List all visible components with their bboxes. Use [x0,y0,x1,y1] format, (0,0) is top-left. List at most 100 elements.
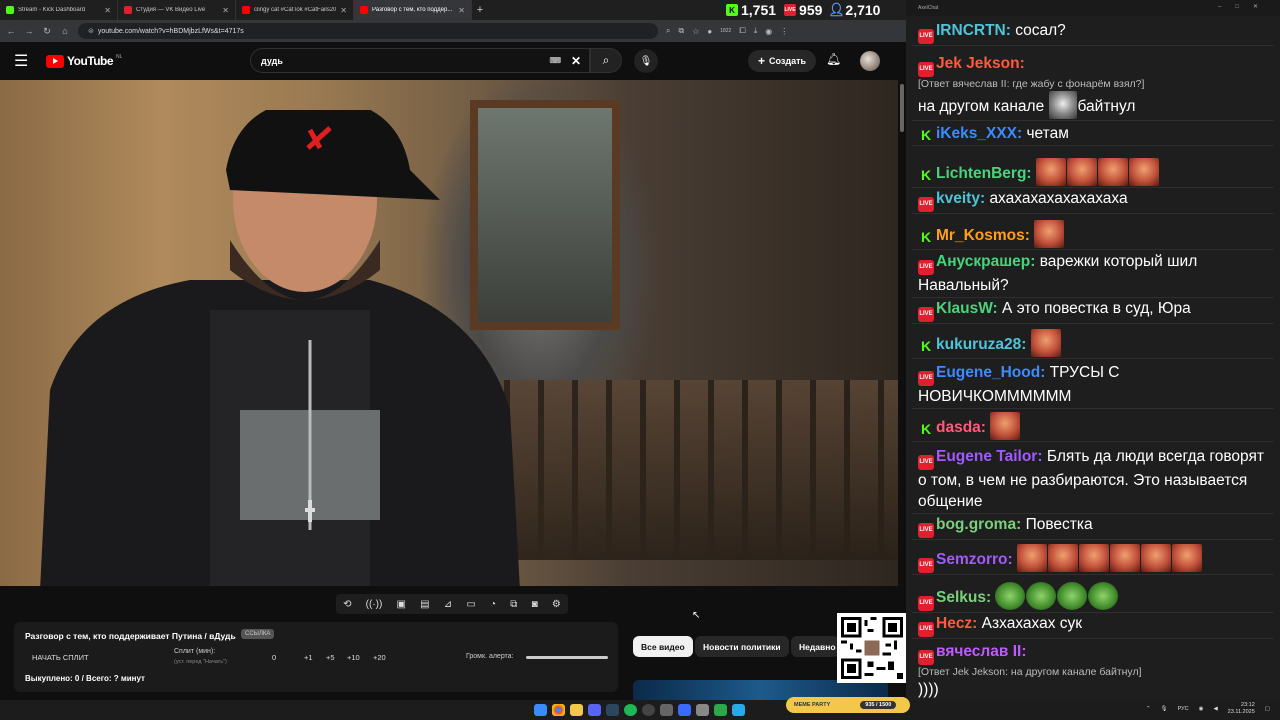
chat-username[interactable]: KlausW: [936,300,998,317]
chrome-icon[interactable] [552,704,565,716]
profile-icon[interactable]: ◉ [765,27,772,36]
browser-menu-icon[interactable]: ⋮ [780,27,788,36]
search-button[interactable]: ⌕ [590,48,622,73]
theater-icon[interactable]: ▭ [466,599,475,610]
app-icon[interactable] [714,704,727,716]
volume-icon[interactable]: ◀ [1213,706,1217,712]
close-tab-icon[interactable]: ✕ [458,6,465,15]
notifications-icon[interactable]: ▢ [1265,706,1270,712]
chat-username[interactable]: Hecz: [936,615,977,632]
new-tab-button[interactable]: + [472,4,488,16]
cinema-icon[interactable]: ▣ [397,599,406,610]
install-icon[interactable]: ⧉ [678,26,684,36]
chat-username[interactable]: dasda: [936,419,986,436]
resize-icon[interactable]: ⊿ [444,599,452,610]
chat-username[interactable]: Eugene Tailor: [936,448,1043,465]
chip-politics-news[interactable]: Новости политики [695,636,789,657]
discord-icon[interactable] [588,704,601,716]
scrollbar-thumb[interactable] [900,84,904,132]
extension-icon[interactable]: ● [707,27,712,36]
add-5-button[interactable]: +5 [326,653,335,662]
settings-gear-icon[interactable]: ⚙ [552,599,561,610]
network-icon[interactable]: ◉ [1199,706,1204,712]
zoom-icon[interactable]: ⌕ [666,26,670,36]
app-icon[interactable] [660,704,673,716]
browser-tab[interactable]: Студия — VK Видео Live ✕ [118,0,236,20]
steam-icon[interactable] [606,704,619,716]
chip-recent[interactable]: Недавно [791,636,839,657]
spotify-icon[interactable] [624,704,637,716]
chat-username[interactable]: Анускрашер: [936,253,1035,270]
app-icon[interactable] [696,704,709,716]
forward-icon[interactable]: → [24,26,34,36]
link-badge[interactable]: ССЫЛКА [241,629,275,639]
chip-all-videos[interactable]: Все видео [633,636,693,657]
reload-icon[interactable]: ↻ [42,26,52,37]
browser-tab-active[interactable]: Разговор с тем, кто поддер... ✕ [354,0,472,20]
alert-volume-slider[interactable] [526,656,608,659]
obs-icon[interactable] [642,704,655,716]
taskbar: ⌃ 🎙︎ РУС ◉ ◀ 23:12 23.11.2025 ▢ [0,700,1280,720]
home-icon[interactable]: ⌂ [60,26,70,36]
add-20-button[interactable]: +20 [373,653,386,662]
add-1-button[interactable]: +1 [304,653,313,662]
split-value: 0 [272,653,277,662]
clear-search-icon[interactable]: ✕ [571,54,581,68]
chat-username[interactable]: Mr_Kosmos: [936,227,1030,244]
clock[interactable]: 23:12 23.11.2025 [1228,702,1255,716]
notifications-bell-icon[interactable]: 🔔︎ [826,52,841,66]
youtube-logo[interactable]: YouTube NL [46,54,122,68]
screenshot-icon[interactable]: ◙ [532,599,538,610]
folder-icon[interactable] [570,704,583,716]
browser-tab[interactable]: Stream - Kick Dashboard ✕ [0,0,118,20]
browser-tab[interactable]: clingy cat #CatTok #CatFails20... ✕ [236,0,354,20]
chat-username[interactable]: LichtenBerg: [936,165,1032,182]
close-tab-icon[interactable]: ✕ [104,6,111,15]
address-bar[interactable]: ⊜ youtube.com/watch?v=hBDMjbzLfWs&t=4717s [78,23,658,39]
chat-username[interactable]: Semzorro: [936,551,1013,568]
language-indicator[interactable]: РУС [1178,706,1189,712]
start-split-button[interactable]: НАЧАТЬ СПЛИТ [32,653,89,662]
bookmark-star-icon[interactable]: ☆ [692,27,699,36]
extensions-puzzle-icon[interactable]: ⧠ [739,26,745,36]
telegram-icon[interactable] [732,704,745,716]
chat-message: K LichtenBerg: [912,158,1274,188]
site-info-icon[interactable]: ⊜ [88,27,94,35]
chat-username[interactable]: IRNCRTN: [936,22,1011,39]
chat-username[interactable]: kukuruza28: [936,336,1026,353]
create-button[interactable]: + Создать [748,50,816,72]
video-player[interactable] [0,80,898,586]
page-scrollbar[interactable] [898,80,906,690]
meme-party-widget: MEME PARTY 935 / 1500 [786,697,910,713]
chat-username[interactable]: Jek Jekson: [936,55,1025,72]
chat-username[interactable]: вячеслав II: [936,643,1026,660]
mic-tray-icon[interactable]: 🎙︎ [1161,706,1168,712]
chat-username[interactable]: bog.groma: [936,516,1021,533]
media-icon[interactable] [678,704,691,716]
speed-icon[interactable]: ◔ [490,599,496,610]
chat-username[interactable]: Selkus: [936,589,991,606]
tray-chevron-icon[interactable]: ⌃ [1146,706,1151,712]
extension-badge[interactable]: 1822 [720,28,731,34]
start-icon[interactable] [534,704,547,716]
voice-search-button[interactable]: 🎙︎ [634,49,658,73]
close-tab-icon[interactable]: ✕ [340,6,347,15]
download-icon[interactable]: ⤓ [754,26,758,36]
chat-username[interactable]: Eugene_Hood: [936,364,1045,381]
menu-icon[interactable]: ☰ [14,51,34,71]
add-10-button[interactable]: +10 [347,653,360,662]
film-icon[interactable]: ▤ [420,599,429,610]
window-controls[interactable]: –□✕ [1218,3,1272,10]
chat-reply-quote: [Ответ Jek Jekson: на другом канале байт… [918,666,1142,678]
close-tab-icon[interactable]: ✕ [222,6,229,15]
back-icon[interactable]: ← [6,26,16,36]
audio-icon[interactable]: ((·)) [366,599,383,610]
chat-username[interactable]: kveity: [936,190,985,207]
search-input[interactable]: дудь ⌨ ✕ [250,48,590,73]
keyboard-icon[interactable]: ⌨ [549,56,561,65]
loop-icon[interactable]: ⟲ [343,599,351,610]
chat-emote [1047,544,1078,572]
pip-icon[interactable]: ⧉ [510,599,517,610]
avatar[interactable] [860,51,880,71]
chat-username[interactable]: iKeks_XXX: [936,125,1022,142]
